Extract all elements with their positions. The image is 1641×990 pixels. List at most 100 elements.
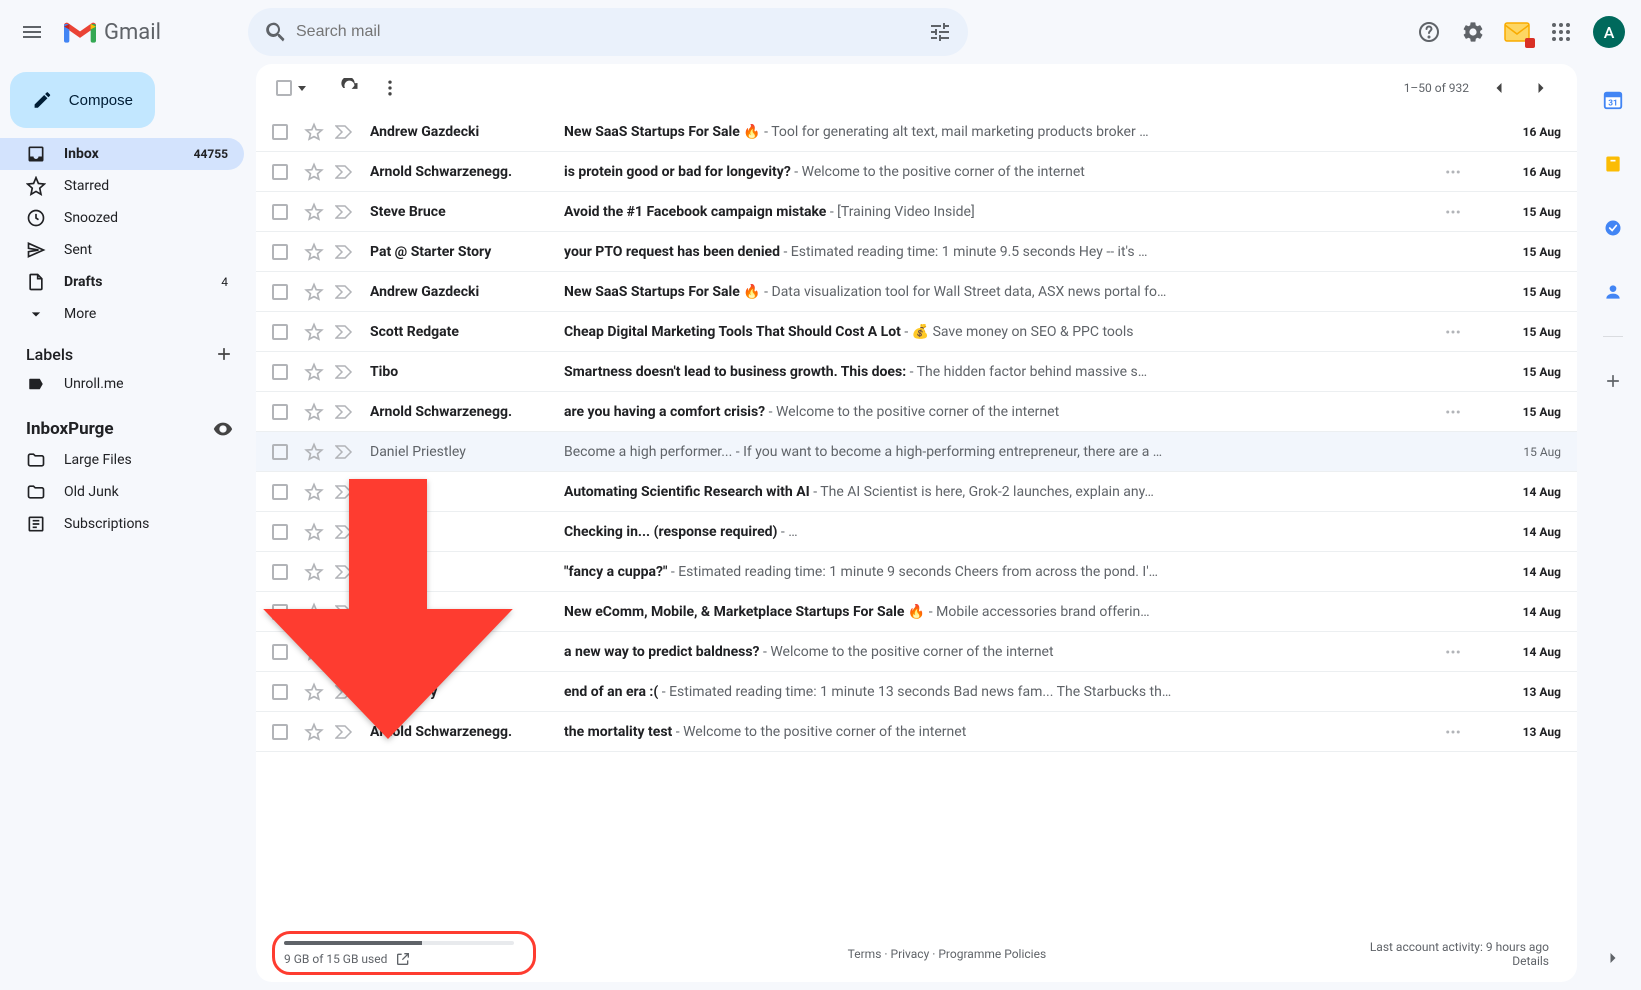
row-more-icon[interactable] (1443, 163, 1463, 181)
email-row[interactable]: arter Story end of an era :( - Estimated… (256, 672, 1577, 712)
nav-starred[interactable]: Starred (0, 170, 244, 202)
row-importance[interactable] (334, 242, 354, 262)
page-prev-button[interactable] (1479, 68, 1519, 108)
row-importance[interactable] (334, 482, 354, 502)
email-row[interactable]: AI For T. Automating Scientific Research… (256, 472, 1577, 512)
row-importance[interactable] (334, 202, 354, 222)
row-checkbox[interactable] (270, 602, 290, 622)
row-star[interactable] (304, 522, 324, 542)
row-importance[interactable] (334, 122, 354, 142)
email-row[interactable]: Arnold Schwarzenegg. are you having a co… (256, 392, 1577, 432)
page-next-button[interactable] (1521, 68, 1561, 108)
keep-addon[interactable] (1593, 144, 1633, 184)
email-row[interactable]: Andrew Gazdecki New SaaS Startups For Sa… (256, 112, 1577, 152)
row-importance[interactable] (334, 402, 354, 422)
add-label-button[interactable] (214, 344, 234, 364)
calendar-addon[interactable]: 31 (1593, 80, 1633, 120)
row-more-icon[interactable] (1443, 643, 1463, 661)
storage-external-link[interactable] (395, 951, 411, 967)
policies-link[interactable]: Programme Policies (938, 947, 1046, 961)
email-row[interactable]: e Checking in... (response required) - …… (256, 512, 1577, 552)
email-row[interactable]: Andrew Gazdecki New SaaS Startups For Sa… (256, 272, 1577, 312)
row-checkbox[interactable] (270, 322, 290, 342)
row-star[interactable] (304, 122, 324, 142)
select-all[interactable] (272, 76, 310, 100)
visibility-icon[interactable] (212, 418, 234, 440)
row-star[interactable] (304, 442, 324, 462)
contacts-addon[interactable] (1593, 272, 1633, 312)
email-row[interactable]: Steve Bruce Avoid the #1 Facebook campai… (256, 192, 1577, 232)
row-star[interactable] (304, 682, 324, 702)
row-importance[interactable] (334, 562, 354, 582)
support-button[interactable] (1409, 12, 1449, 52)
label-unroll[interactable]: Unroll.me (0, 368, 244, 400)
email-row[interactable]: arzenegg. a new way to predict baldness?… (256, 632, 1577, 672)
get-addons-button[interactable] (1593, 361, 1633, 401)
row-importance[interactable] (334, 722, 354, 742)
hide-sidepanel-button[interactable] (1593, 938, 1633, 978)
main-menu-button[interactable] (8, 8, 56, 56)
row-importance[interactable] (334, 322, 354, 342)
row-star[interactable] (304, 722, 324, 742)
row-more-icon[interactable] (1443, 203, 1463, 221)
row-star[interactable] (304, 202, 324, 222)
email-row[interactable]: Daniel Priestley Become a high performer… (256, 432, 1577, 472)
email-row[interactable]: Tibo Smartness doesn't lead to business … (256, 352, 1577, 392)
nav-sent[interactable]: Sent (0, 234, 244, 266)
row-checkbox[interactable] (270, 562, 290, 582)
row-checkbox[interactable] (270, 722, 290, 742)
row-checkbox[interactable] (270, 402, 290, 422)
gmail-logo[interactable]: Gmail (64, 20, 161, 45)
row-checkbox[interactable] (270, 242, 290, 262)
email-row[interactable]: Arnold Schwarzenegg. is protein good or … (256, 152, 1577, 192)
row-star[interactable] (304, 362, 324, 382)
row-checkbox[interactable] (270, 362, 290, 382)
settings-button[interactable] (1453, 12, 1493, 52)
row-checkbox[interactable] (270, 122, 290, 142)
details-link[interactable]: Details (1512, 954, 1549, 968)
row-more-icon[interactable] (1443, 723, 1463, 741)
google-apps-button[interactable] (1541, 12, 1581, 52)
nav-more[interactable]: More (0, 298, 244, 330)
search-button[interactable] (256, 12, 296, 52)
row-star[interactable] (304, 162, 324, 182)
row-checkbox[interactable] (270, 642, 290, 662)
email-row[interactable]: New eComm, Mobile, & Marketplace Startup… (256, 592, 1577, 632)
row-importance[interactable] (334, 522, 354, 542)
nav-snoozed[interactable]: Snoozed (0, 202, 244, 234)
row-importance[interactable] (334, 442, 354, 462)
row-star[interactable] (304, 242, 324, 262)
ip-subscriptions[interactable]: Subscriptions (0, 508, 244, 540)
row-star[interactable] (304, 562, 324, 582)
search-bar[interactable] (248, 8, 968, 56)
refresh-button[interactable] (330, 68, 370, 108)
email-row[interactable]: er Story "fancy a cuppa?" - Estimated re… (256, 552, 1577, 592)
email-row[interactable]: Arnold Schwarzenegg. the mortality test … (256, 712, 1577, 752)
row-importance[interactable] (334, 282, 354, 302)
row-checkbox[interactable] (270, 282, 290, 302)
more-menu-button[interactable] (370, 68, 410, 108)
email-row[interactable]: Scott Redgate Cheap Digital Marketing To… (256, 312, 1577, 352)
row-checkbox[interactable] (270, 682, 290, 702)
row-more-icon[interactable] (1443, 323, 1463, 341)
search-input[interactable] (296, 23, 920, 41)
row-star[interactable] (304, 322, 324, 342)
nav-drafts[interactable]: Drafts 4 (0, 266, 244, 298)
email-list[interactable]: Andrew Gazdecki New SaaS Startups For Sa… (256, 112, 1577, 926)
row-star[interactable] (304, 282, 324, 302)
row-star[interactable] (304, 642, 324, 662)
row-importance[interactable] (334, 602, 354, 622)
tasks-addon[interactable] (1593, 208, 1633, 248)
row-checkbox[interactable] (270, 202, 290, 222)
row-star[interactable] (304, 402, 324, 422)
row-importance[interactable] (334, 642, 354, 662)
privacy-link[interactable]: Privacy (891, 947, 930, 961)
row-checkbox[interactable] (270, 482, 290, 502)
ip-largefiles[interactable]: Large Files (0, 444, 244, 476)
row-checkbox[interactable] (270, 442, 290, 462)
row-importance[interactable] (334, 362, 354, 382)
row-importance[interactable] (334, 682, 354, 702)
row-checkbox[interactable] (270, 522, 290, 542)
row-importance[interactable] (334, 162, 354, 182)
row-checkbox[interactable] (270, 162, 290, 182)
